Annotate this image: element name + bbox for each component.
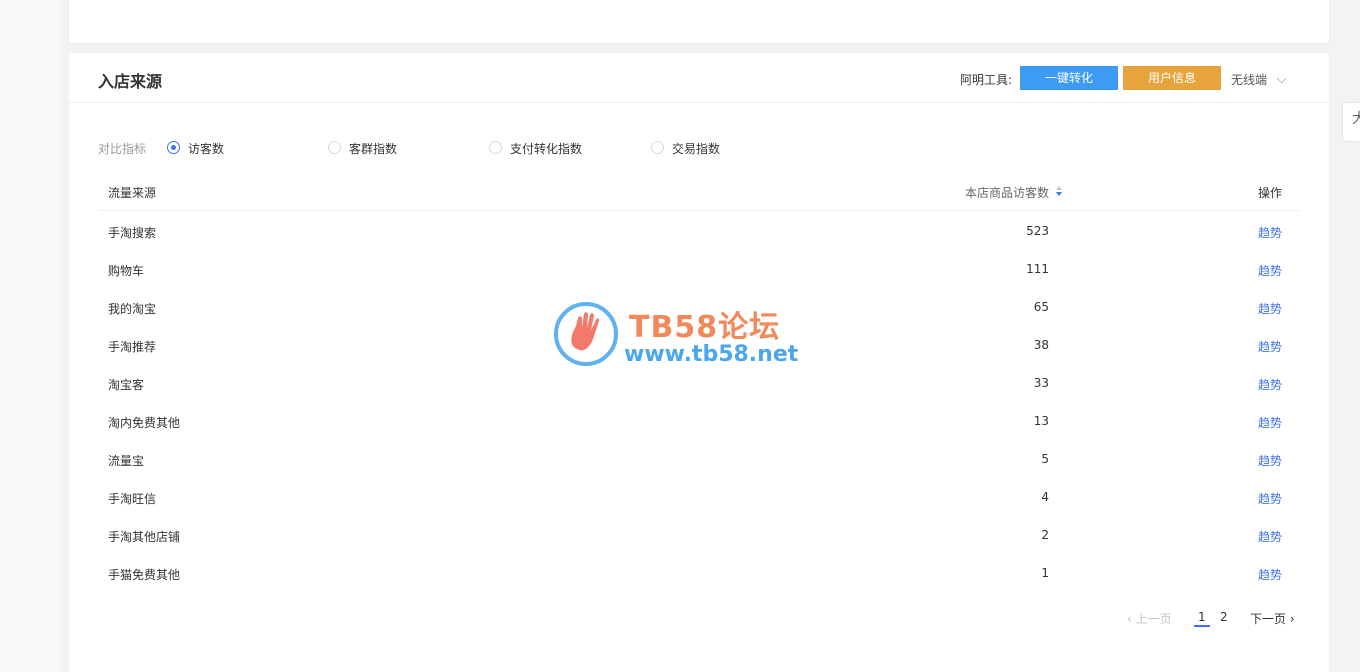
col-header-action: 操作 bbox=[1257, 186, 1282, 200]
radio-unchecked-icon bbox=[651, 141, 664, 154]
radio-label: 客群指数 bbox=[349, 142, 398, 156]
radio-unchecked-icon bbox=[328, 141, 341, 154]
cell-source: 手淘推荐 bbox=[108, 340, 157, 354]
radio-label: 支付转化指数 bbox=[510, 142, 583, 156]
chevron-down-icon bbox=[1276, 73, 1287, 84]
previous-card bbox=[69, 0, 1329, 43]
table-row: 手猫免费其他 1 趋势 bbox=[99, 553, 1299, 591]
left-rail bbox=[0, 0, 60, 672]
cell-source: 手淘旺信 bbox=[108, 492, 157, 506]
table-header: 流量来源 本店商品访客数 操作 bbox=[99, 177, 1299, 211]
metric-label: 对比指标 bbox=[98, 142, 147, 156]
prev-page-label: 上一页 bbox=[1135, 612, 1172, 626]
card-title: 入店来源 bbox=[98, 72, 163, 91]
cell-visits: 4 bbox=[1041, 490, 1049, 504]
cell-source: 淘内免费其他 bbox=[108, 416, 181, 430]
cell-source: 淘宝客 bbox=[108, 378, 145, 392]
next-page-label: 下一页 bbox=[1250, 612, 1287, 626]
cell-source: 我的淘宝 bbox=[108, 302, 157, 316]
cell-visits: 5 bbox=[1041, 452, 1049, 466]
cell-visits: 38 bbox=[1033, 338, 1049, 352]
cell-source: 手猫免费其他 bbox=[108, 568, 181, 582]
card-header: 入店来源 阿明工具: 一键转化 用户信息 无线端 bbox=[69, 53, 1329, 103]
metric-selector: 对比指标 访客数 客群指数 支付转化指数 交易指数 bbox=[98, 139, 798, 156]
trend-link[interactable]: 趋势 bbox=[1258, 490, 1282, 507]
one-click-convert-button[interactable]: 一键转化 bbox=[1020, 66, 1118, 90]
table-row: 手淘旺信 4 趋势 bbox=[99, 477, 1299, 515]
watermark-title: TB58论坛 bbox=[629, 310, 781, 345]
table-row: 手淘搜索 523 趋势 bbox=[99, 211, 1299, 249]
table-row: 淘内免费其他 13 趋势 bbox=[99, 401, 1299, 439]
table-row: 购物车 111 趋势 bbox=[99, 249, 1299, 287]
trend-link[interactable]: 趋势 bbox=[1258, 300, 1282, 317]
page-2-button[interactable]: 2 bbox=[1220, 610, 1228, 624]
col-header-source: 流量来源 bbox=[108, 186, 157, 200]
next-page-button[interactable]: 下一页 › bbox=[1250, 610, 1295, 627]
trend-link[interactable]: 趋势 bbox=[1258, 224, 1282, 241]
sort-desc-icon[interactable] bbox=[1055, 186, 1063, 198]
cell-visits: 111 bbox=[1026, 262, 1049, 276]
trend-link[interactable]: 趋势 bbox=[1258, 452, 1282, 469]
table-row: 流量宝 5 趋势 bbox=[99, 439, 1299, 477]
trend-link[interactable]: 趋势 bbox=[1258, 262, 1282, 279]
cell-visits: 1 bbox=[1041, 566, 1049, 580]
side-float-tab[interactable]: 大 bbox=[1342, 102, 1360, 142]
cell-source: 流量宝 bbox=[108, 454, 145, 468]
cell-visits: 65 bbox=[1033, 300, 1049, 314]
cell-visits: 13 bbox=[1033, 414, 1049, 428]
cell-source: 手淘搜索 bbox=[108, 226, 157, 240]
table-body: 手淘搜索 523 趋势 购物车 111 趋势 我的淘宝 65 趋势 手淘推荐 38 趋势 淘宝客 33 趋势… bbox=[99, 211, 1299, 591]
device-select[interactable]: 无线端 bbox=[1231, 71, 1287, 88]
traffic-source-table: 流量来源 本店商品访客数 操作 手淘搜索 523 趋势 购物车 111 趋势 我的淘宝 65 趋… bbox=[99, 177, 1299, 591]
cell-visits: 33 bbox=[1033, 376, 1049, 390]
trend-link[interactable]: 趋势 bbox=[1258, 376, 1282, 393]
trend-link[interactable]: 趋势 bbox=[1258, 414, 1282, 431]
user-info-button[interactable]: 用户信息 bbox=[1123, 66, 1221, 90]
radio-label: 访客数 bbox=[188, 142, 225, 156]
trend-link[interactable]: 趋势 bbox=[1258, 528, 1282, 545]
cell-visits: 2 bbox=[1041, 528, 1049, 542]
trend-link[interactable]: 趋势 bbox=[1258, 566, 1282, 583]
watermark: TB58论坛 www.tb58.net bbox=[552, 300, 812, 374]
page-1-button[interactable]: 1 bbox=[1194, 610, 1210, 627]
pagination: ‹ 上一页 1 2 下一页 › bbox=[1127, 609, 1307, 629]
cell-visits: 523 bbox=[1026, 224, 1049, 238]
col-header-visits[interactable]: 本店商品访客数 bbox=[965, 184, 1049, 201]
cell-source: 手淘其他店铺 bbox=[108, 530, 181, 544]
radio-checked-icon bbox=[167, 141, 180, 154]
radio-unchecked-icon bbox=[489, 141, 502, 154]
watermark-url: www.tb58.net bbox=[624, 342, 799, 367]
tools-label: 阿明工具: bbox=[960, 73, 1013, 87]
trend-link[interactable]: 趋势 bbox=[1258, 338, 1282, 355]
device-select-value: 无线端 bbox=[1231, 73, 1268, 87]
table-row: 手淘其他店铺 2 趋势 bbox=[99, 515, 1299, 553]
cell-source: 购物车 bbox=[108, 264, 145, 278]
hand-logo-icon bbox=[554, 302, 618, 366]
radio-label: 交易指数 bbox=[672, 142, 721, 156]
prev-page-button[interactable]: ‹ 上一页 bbox=[1127, 610, 1172, 627]
